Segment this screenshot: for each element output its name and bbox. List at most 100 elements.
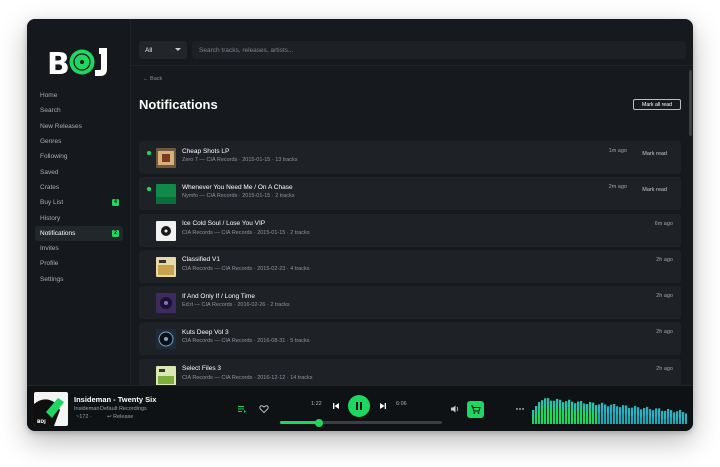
now-playing-cover-image[interactable]: BDJ	[34, 392, 68, 426]
scrollbar[interactable]	[689, 70, 692, 136]
main-content: ← Back Notifications Mark all read Cheap…	[131, 65, 693, 392]
app-window: B Home Search New Releases Genres Follow…	[27, 19, 693, 431]
notification-row[interactable]: If And Only If / Long Time Ed:it — CIA R…	[139, 286, 681, 320]
notification-title: Kuts Deep Vol 3	[182, 328, 229, 336]
waveform-bar-peak	[619, 407, 622, 416]
notification-time: 1m ago	[608, 148, 627, 154]
sidebar-item-invites[interactable]: Invites	[35, 241, 123, 256]
top-bar: All Search tracks, releases, artists...	[131, 19, 693, 65]
waveform-bar-peak	[583, 403, 586, 412]
previous-icon[interactable]	[331, 401, 341, 411]
waveform-bar-peak	[631, 407, 634, 416]
mark-read-button[interactable]: Mark read	[642, 187, 667, 193]
notification-row[interactable]: Ice Cold Soul / Lose You VIP CIA Records…	[139, 213, 681, 247]
sidebar-item-label: Notifications	[40, 229, 76, 237]
waveform-bar-peak	[559, 399, 562, 408]
release-cover-image	[156, 148, 176, 168]
waveform-bar-peak	[535, 406, 538, 414]
notification-subtitle: CIA Records — CIA Records · 2015-02-23 ·…	[182, 265, 310, 272]
notification-title: Classified V1	[182, 256, 220, 264]
volume-icon[interactable]	[450, 404, 460, 414]
waveform-bar-peak	[616, 406, 619, 415]
waveform-bar-peak	[643, 408, 646, 417]
back-link[interactable]: ← Back	[143, 76, 162, 82]
waveform-bar-peak	[667, 409, 670, 418]
notification-subtitle: Zero 7 — CIA Records · 2015-01-15 · 13 t…	[182, 157, 298, 163]
waveform-display[interactable]	[532, 395, 687, 424]
sidebar-item-history[interactable]: History	[35, 210, 123, 225]
notification-row[interactable]: Kuts Deep Vol 3 CIA Records — CIA Record…	[139, 322, 681, 356]
mark-all-read-button[interactable]: Mark all read	[633, 99, 681, 110]
sidebar-item-genres[interactable]: Genres	[35, 134, 123, 149]
waveform-bar-peak	[598, 404, 601, 413]
add-to-cart-button[interactable]	[467, 401, 484, 418]
progress-fill	[280, 421, 319, 424]
waveform-bar-peak	[562, 402, 565, 411]
notification-title: Ice Cold Soul / Lose You VIP	[182, 220, 266, 228]
elapsed-time: 1:22	[311, 401, 322, 407]
sidebar-item-following[interactable]: Following	[35, 149, 123, 164]
waveform-bar-peak	[655, 408, 658, 417]
waveform-bar-peak	[553, 400, 556, 409]
more-icon[interactable]	[515, 404, 525, 414]
now-playing-title[interactable]: Insideman - Twenty Six	[74, 395, 156, 404]
notifications-count-badge: 2	[112, 229, 119, 237]
now-playing-label[interactable]: Default Recordings	[100, 406, 147, 412]
waveform-bar-peak	[541, 400, 544, 409]
notification-time: 2m ago	[608, 184, 627, 191]
notification-title: Select Files 3	[182, 365, 222, 373]
waveform-bar-peak	[646, 406, 649, 415]
notification-subtitle: CIA Records — CIA Records · 2015-01-15 ·…	[182, 229, 310, 236]
svg-text:BDJ: BDJ	[37, 419, 46, 425]
waveform-bar-peak	[568, 399, 571, 408]
notification-title: If And Only If / Long Time	[182, 292, 255, 300]
now-playing-artist[interactable]: Insideman	[74, 406, 99, 412]
progress-knob[interactable]	[314, 418, 323, 427]
waveform-bar-peak	[652, 410, 655, 419]
now-playing-bpm: ~172 ·	[76, 414, 92, 420]
waveform-bar-peak	[571, 401, 574, 410]
release-cover-image	[156, 220, 176, 241]
release-cover-image	[156, 329, 176, 350]
notification-row[interactable]: Whenever You Need Me / On A Chase Nymfo …	[139, 177, 681, 211]
sidebar-item-home[interactable]: Home	[35, 88, 123, 103]
sidebar-item-new-releases[interactable]: New Releases	[35, 119, 123, 134]
search-input[interactable]: Search tracks, releases, artists...	[192, 41, 686, 59]
sidebar-item-search[interactable]: Search	[35, 103, 123, 118]
notification-subtitle: Ed:it — CIA Records · 2016-02-26 · 2 tra…	[182, 302, 290, 309]
waveform-bar-peak	[682, 411, 685, 420]
waveform-bar-peak	[604, 404, 607, 413]
waveform-bar-peak	[685, 413, 687, 422]
notification-row[interactable]: Cheap Shots LP Zero 7 — CIA Records · 20…	[139, 141, 681, 174]
sidebar-item-crates[interactable]: Crates	[35, 180, 123, 195]
bdj-logo[interactable]: B	[47, 45, 113, 79]
playback-progress-slider[interactable]	[280, 418, 442, 427]
pause-button[interactable]	[348, 395, 370, 417]
waveform-bar-peak	[628, 408, 631, 417]
waveform-bar-peak	[544, 398, 547, 407]
sidebar-item-buy-list[interactable]: Buy List 4	[35, 195, 123, 210]
waveform-bar-peak	[676, 411, 679, 420]
waveform-bar-peak	[580, 401, 583, 410]
waveform-bar-peak	[649, 409, 652, 418]
sidebar-item-label: Settings	[40, 275, 64, 283]
sidebar-item-saved[interactable]: Saved	[35, 164, 123, 179]
sidebar-item-notifications[interactable]: Notifications 2	[35, 225, 123, 241]
next-icon[interactable]	[378, 401, 388, 411]
mark-read-button[interactable]: Mark read	[642, 151, 667, 157]
queue-icon[interactable]	[237, 404, 247, 414]
sidebar-item-settings[interactable]: Settings	[35, 272, 123, 287]
waveform-bar-peak	[625, 405, 628, 414]
waveform-bar-peak	[673, 412, 676, 421]
notification-subtitle: CIA Records — CIA Records · 2016-12-12 ·…	[182, 374, 313, 381]
waveform-bar-peak	[586, 404, 589, 413]
sidebar-item-profile[interactable]: Profile	[35, 256, 123, 271]
waveform-bar-peak	[538, 402, 541, 410]
heart-icon[interactable]	[259, 404, 269, 414]
sidebar-item-label: Crates	[40, 183, 60, 191]
notification-row[interactable]: Classified V1 CIA Records — CIA Records …	[139, 249, 681, 283]
go-to-release-link[interactable]: ↩ Release	[107, 414, 133, 420]
waveform-bar-peak	[574, 403, 577, 412]
search-filter-select[interactable]: All	[139, 41, 187, 59]
release-cover-image	[156, 184, 176, 205]
